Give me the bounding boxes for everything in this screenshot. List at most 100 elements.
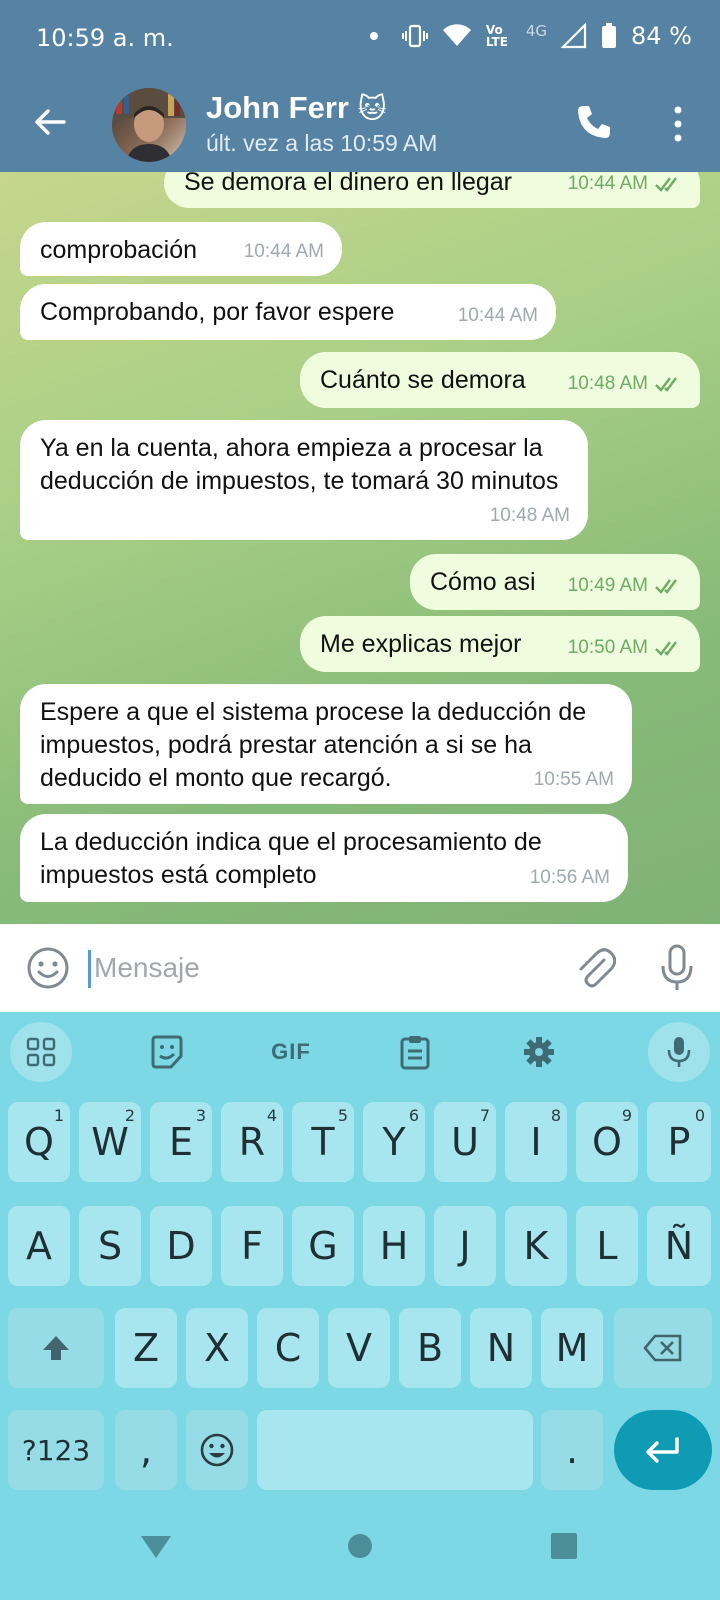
message-meta: 10:44 AM [568, 172, 682, 200]
emoji-key[interactable] [186, 1410, 248, 1490]
nav-recents-icon[interactable] [544, 1526, 584, 1566]
settings-gear-icon[interactable] [508, 1022, 570, 1082]
key-n[interactable]: N [470, 1308, 532, 1388]
key-b[interactable]: B [399, 1308, 461, 1388]
key-d[interactable]: D [150, 1206, 212, 1286]
vibrate-icon [401, 24, 428, 48]
period-key[interactable]: . [541, 1410, 603, 1490]
key-w[interactable]: W2 [79, 1102, 141, 1182]
key-i[interactable]: I8 [505, 1102, 567, 1182]
last-seen-status: últ. vez a las 10:59 AM [206, 130, 438, 156]
top-bar: 10:59 a. m. Vo LTE 4G 84 % John Ferr 🐱 ú… [0, 0, 720, 172]
key-o[interactable]: O9 [576, 1102, 638, 1182]
network-label: 4G [525, 22, 548, 40]
smiley-icon [200, 1433, 234, 1467]
enter-key[interactable] [614, 1410, 712, 1490]
volte-label: Vo LTE [485, 23, 508, 49]
more-options-icon[interactable] [668, 102, 688, 146]
phone-call-icon[interactable] [574, 102, 614, 142]
key-f[interactable]: F [221, 1206, 283, 1286]
sticker-icon[interactable] [136, 1022, 198, 1082]
key-v[interactable]: V [328, 1308, 390, 1388]
message-meta: 10:44 AM [243, 241, 324, 262]
gif-button[interactable]: GIF [260, 1022, 322, 1082]
avatar-photo [112, 88, 186, 162]
key-l[interactable]: L [576, 1206, 638, 1286]
paperclip-icon[interactable] [574, 946, 616, 990]
key-x[interactable]: X [186, 1308, 248, 1388]
contact-emoji: 🐱 [357, 93, 387, 124]
double-check-icon [655, 640, 677, 656]
message-meta: 10:48 AM [489, 505, 570, 526]
key-s[interactable]: S [79, 1206, 141, 1286]
double-check-icon [655, 176, 677, 192]
contact-avatar[interactable] [112, 88, 186, 162]
voice-input-icon[interactable] [648, 1022, 710, 1082]
key-t[interactable]: T5 [292, 1102, 354, 1182]
enter-arrow-icon [646, 1437, 679, 1463]
space-key[interactable] [257, 1410, 533, 1490]
battery-percent: 84 % [631, 22, 692, 50]
key-u[interactable]: U7 [434, 1102, 496, 1182]
backspace-icon [643, 1334, 682, 1362]
clipboard-icon[interactable] [384, 1022, 446, 1082]
key-c[interactable]: C [257, 1308, 319, 1388]
key-g[interactable]: G [292, 1206, 354, 1286]
chat-area[interactable]: Se demora el dinero en llegar 10:44 AM c… [0, 172, 720, 924]
back-arrow-icon[interactable] [30, 102, 70, 142]
message-input[interactable] [94, 944, 534, 992]
message-input-bar [0, 924, 720, 1012]
message-meta: 10:48 AM [568, 367, 682, 400]
message-meta: 10:49 AM [568, 569, 682, 602]
message-bubble-incoming[interactable]: comprobación 10:44 AM [20, 222, 342, 276]
battery-icon [602, 23, 617, 48]
chat-header: John Ferr 🐱 últ. vez a las 10:59 AM [0, 78, 720, 172]
message-meta: 10:56 AM [529, 867, 610, 888]
double-check-icon [655, 376, 677, 392]
key-h[interactable]: H [363, 1206, 425, 1286]
message-bubble-incoming[interactable]: La deducción indica que el procesamiento… [20, 814, 628, 902]
message-bubble-incoming[interactable]: Espere a que el sistema procese la deduc… [20, 684, 632, 804]
shift-key[interactable] [8, 1308, 104, 1388]
microphone-icon[interactable] [660, 944, 694, 992]
message-bubble-outgoing[interactable]: Cuánto se demora 10:48 AM [300, 352, 700, 408]
key-a[interactable]: A [8, 1206, 70, 1286]
message-meta: 10:50 AM [568, 631, 682, 664]
symbols-key[interactable]: ?123 [8, 1410, 104, 1490]
system-navigation-bar [0, 1488, 720, 1600]
message-bubble-incoming[interactable]: Ya en la cuenta, ahora empieza a procesa… [20, 420, 588, 540]
text-cursor [88, 950, 91, 988]
key-p[interactable]: P0 [647, 1102, 711, 1182]
shift-arrow-icon [43, 1336, 69, 1360]
message-bubble-outgoing[interactable]: Me explicas mejor 10:50 AM [300, 616, 700, 672]
signal-icon [561, 23, 587, 49]
key-e[interactable]: E3 [150, 1102, 212, 1182]
status-bar: 10:59 a. m. Vo LTE 4G 84 % [0, 0, 720, 78]
key-r[interactable]: R4 [221, 1102, 283, 1182]
nav-back-icon[interactable] [136, 1526, 176, 1566]
keyboard-toolbar: GIF [0, 1012, 720, 1092]
message-meta: 10:55 AM [533, 769, 614, 790]
key-y[interactable]: Y6 [363, 1102, 425, 1182]
key-z[interactable]: Z [115, 1308, 177, 1388]
double-check-icon [655, 578, 677, 594]
status-time: 10:59 a. m. [36, 24, 174, 52]
notification-dot-icon [369, 32, 378, 40]
key-m[interactable]: M [541, 1308, 603, 1388]
message-bubble-incoming[interactable]: Comprobando, por favor espere 10:44 AM [20, 284, 556, 340]
message-meta: 10:44 AM [457, 305, 538, 326]
apps-grid-icon[interactable] [10, 1022, 72, 1082]
key-q[interactable]: Q1 [8, 1102, 70, 1182]
status-icons: Vo LTE 4G 84 % [369, 22, 692, 50]
message-bubble-outgoing[interactable]: Cómo asi 10:49 AM [410, 554, 700, 610]
key-n-tilde[interactable]: Ñ [647, 1206, 711, 1286]
key-j[interactable]: J [434, 1206, 496, 1286]
comma-key[interactable]: , [115, 1410, 177, 1490]
contact-name[interactable]: John Ferr 🐱 [206, 90, 387, 126]
key-k[interactable]: K [505, 1206, 567, 1286]
message-bubble-outgoing[interactable]: Se demora el dinero en llegar 10:44 AM [164, 172, 700, 208]
wifi-icon [442, 24, 471, 46]
emoji-icon[interactable] [26, 946, 70, 990]
nav-home-icon[interactable] [340, 1526, 380, 1566]
backspace-key[interactable] [614, 1308, 712, 1388]
